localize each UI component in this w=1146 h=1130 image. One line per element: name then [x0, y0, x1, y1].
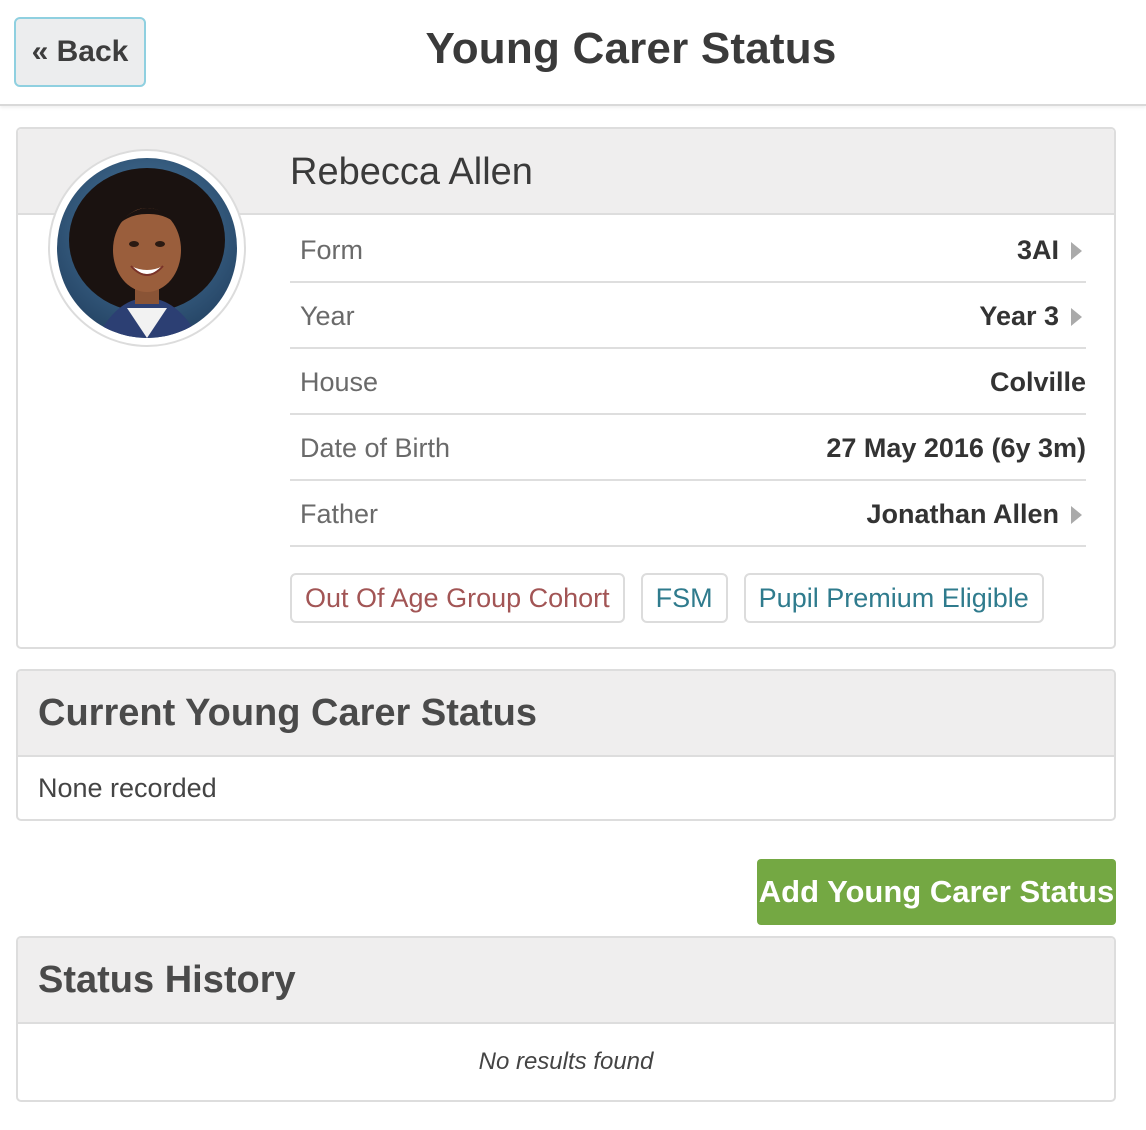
detail-label-year: Year [300, 301, 355, 331]
status-history-panel: Status History No results found [16, 936, 1116, 1102]
page-title: Young Carer Status [425, 24, 837, 73]
student-profile-card: Rebecca Allen Form 3AI Year Year 3 House… [16, 127, 1116, 649]
tag-out-of-age-group-cohort: Out Of Age Group Cohort [290, 573, 625, 623]
status-history-title: Status History [38, 958, 296, 1001]
current-status-title: Current Young Carer Status [38, 691, 538, 734]
detail-label-house: House [300, 367, 379, 397]
chevron-right-icon [1071, 241, 1082, 260]
detail-row-father[interactable]: Father Jonathan Allen [290, 481, 1086, 547]
status-history-empty: No results found [478, 1048, 654, 1075]
add-young-carer-status-button[interactable]: Add Young Carer Status [757, 859, 1116, 925]
detail-row-dob: Date of Birth 27 May 2016 (6y 3m) [290, 415, 1086, 481]
current-status-panel: Current Young Carer Status None recorded [16, 669, 1116, 821]
student-avatar [48, 149, 246, 347]
detail-row-year[interactable]: Year Year 3 [290, 283, 1086, 349]
current-status-body: None recorded [38, 772, 217, 803]
detail-label-father: Father [300, 499, 379, 529]
detail-value-form[interactable]: 3AI [1017, 235, 1082, 266]
detail-value-year[interactable]: Year 3 [979, 301, 1082, 332]
detail-label-form: Form [300, 235, 363, 265]
chevron-right-icon [1071, 505, 1082, 524]
student-photo [57, 158, 237, 338]
detail-row-house: House Colville [290, 349, 1086, 415]
year-value-text: Year 3 [979, 301, 1059, 331]
detail-value-dob: 27 May 2016 (6y 3m) [826, 433, 1086, 463]
detail-value-house: Colville [989, 367, 1086, 397]
detail-value-father[interactable]: Jonathan Allen [866, 499, 1082, 530]
student-name: Rebecca Allen [290, 151, 533, 193]
father-value-text: Jonathan Allen [866, 499, 1059, 529]
form-value-text: 3AI [1016, 235, 1059, 265]
detail-row-form[interactable]: Form 3AI [290, 217, 1086, 283]
status-history-header: Status History [18, 938, 1114, 1024]
current-status-header: Current Young Carer Status [18, 671, 1114, 757]
detail-label-dob: Date of Birth [300, 433, 451, 463]
student-tags: Out Of Age Group Cohort FSM Pupil Premiu… [290, 573, 1044, 623]
tag-pupil-premium-eligible: Pupil Premium Eligible [743, 573, 1044, 623]
chevron-right-icon [1071, 307, 1082, 326]
tag-fsm: FSM [640, 573, 728, 623]
top-bar: « Back Young Carer Status [0, 0, 1146, 106]
